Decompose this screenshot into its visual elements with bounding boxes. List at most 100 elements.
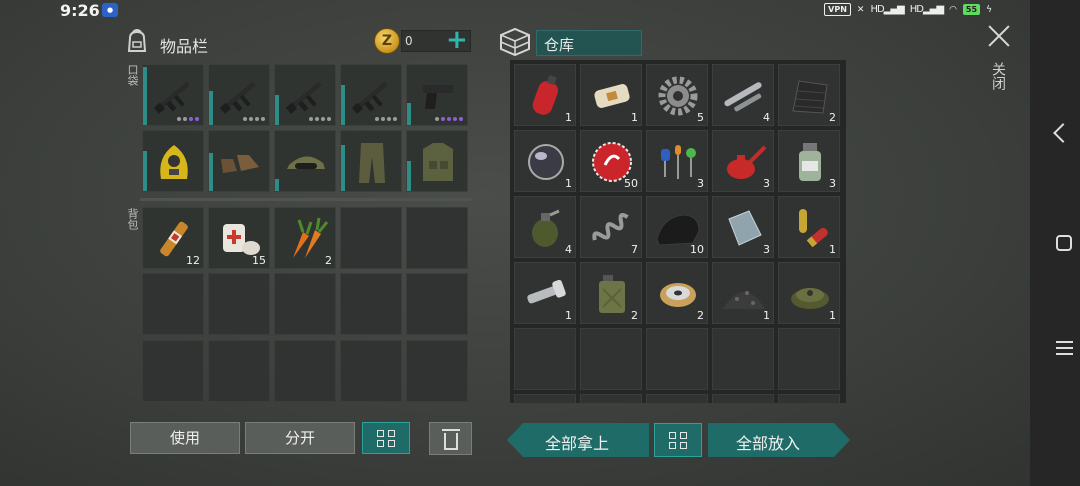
empty-slot[interactable] (406, 207, 468, 269)
coin-icon: Z (374, 28, 400, 54)
equipped-slot[interactable] (208, 64, 270, 126)
empty-slot[interactable] (142, 340, 204, 402)
storage-slot[interactable]: 1 (778, 196, 840, 258)
soap-bar-icon (594, 84, 630, 108)
storage-grid[interactable]: 1 1 5 4 2 1 50 3 3 3 4 7 10 3 1 1 2 2 1 … (510, 60, 846, 403)
empty-slot[interactable] (778, 328, 840, 390)
carbon-sheet-icon (792, 80, 828, 114)
empty-slot[interactable] (208, 340, 270, 402)
storage-slot[interactable]: 4 (712, 64, 774, 126)
storage-slot[interactable]: 2 (580, 262, 642, 324)
hazmat-hood-icon (160, 145, 188, 179)
item-count: 1 (565, 309, 572, 322)
backpack-slot[interactable]: 2 (274, 207, 336, 269)
chemical-jar-icon (799, 143, 821, 181)
storage-slot[interactable]: 1 (514, 262, 576, 324)
vpn-icon: VPN (824, 3, 851, 16)
empty-slot[interactable] (142, 273, 204, 335)
empty-slot[interactable] (274, 340, 336, 402)
item-count: 1 (763, 309, 770, 322)
empty-slot[interactable] (514, 328, 576, 390)
metal-plate-icon (728, 210, 762, 246)
empty-slot[interactable] (712, 328, 774, 390)
use-button[interactable]: 使用 (130, 422, 240, 454)
split-button[interactable]: 分开 (245, 422, 355, 454)
empty-slot[interactable] (712, 394, 774, 403)
item-count: 2 (325, 254, 332, 267)
item-count: 10 (690, 243, 704, 256)
storage-slot[interactable]: 2 (646, 262, 708, 324)
empty-slot[interactable] (274, 273, 336, 335)
menu-icon[interactable] (1056, 341, 1073, 355)
home-icon[interactable] (1056, 235, 1072, 251)
item-count: 12 (186, 254, 200, 267)
storage-slot[interactable]: 3 (778, 130, 840, 192)
item-count: 3 (763, 177, 770, 190)
empty-slot[interactable] (406, 273, 468, 335)
lens-icon (528, 144, 564, 180)
empty-slot[interactable] (340, 273, 402, 335)
item-count: 3 (697, 177, 704, 190)
item-count: 2 (631, 309, 638, 322)
pistol-icon (423, 85, 453, 109)
equipped-slot[interactable] (208, 130, 270, 192)
storage-slot[interactable]: 1 (712, 262, 774, 324)
gas-cylinder-icon (532, 74, 558, 115)
item-count: 2 (697, 309, 704, 322)
take-all-label[interactable]: 全部拿上 (545, 430, 609, 454)
empty-slot[interactable] (646, 394, 708, 403)
sort-inventory-button[interactable] (362, 422, 410, 454)
storage-slot[interactable]: 2 (778, 64, 840, 126)
empty-slot[interactable] (514, 394, 576, 403)
item-count: 4 (763, 111, 770, 124)
storage-slot[interactable]: 1 (514, 130, 576, 192)
storage-slot[interactable]: 1 (514, 64, 576, 126)
empty-slot[interactable] (778, 394, 840, 403)
equipped-slot[interactable] (340, 64, 402, 126)
storage-slot[interactable]: 3 (712, 130, 774, 192)
inventory-title: 物品栏 (160, 37, 209, 56)
storage-slot[interactable]: 50 (580, 130, 642, 192)
clock: 9:26 (60, 1, 100, 20)
empty-slot[interactable] (580, 328, 642, 390)
gravel-pile-icon (723, 291, 765, 309)
storage-slot[interactable]: 3 (712, 196, 774, 258)
item-count: 1 (565, 177, 572, 190)
landmine-icon (791, 288, 829, 309)
status-bar: 9:26 ● VPN ✕ HD▂▄▆ HD▂▄▆ ◠ 55 ϟ (0, 0, 1080, 22)
storage-slot[interactable]: 4 (514, 196, 576, 258)
empty-slot[interactable] (340, 340, 402, 402)
empty-slot[interactable] (208, 273, 270, 335)
storage-slot[interactable]: 10 (646, 196, 708, 258)
tactical-vest-icon (423, 143, 453, 181)
equipped-slot[interactable] (340, 130, 402, 192)
storage-slot[interactable]: 5 (646, 64, 708, 126)
storage-slot[interactable]: 3 (646, 130, 708, 192)
item-count: 3 (763, 243, 770, 256)
equipped-slot[interactable] (274, 130, 336, 192)
item-count: 4 (565, 243, 572, 256)
backpack-slot[interactable]: 12 (142, 207, 204, 269)
empty-slot[interactable] (646, 328, 708, 390)
empty-slot[interactable] (340, 207, 402, 269)
empty-slot[interactable] (580, 394, 642, 403)
equipped-slot[interactable] (274, 64, 336, 126)
sort-storage-button[interactable] (654, 423, 702, 457)
discard-button[interactable] (429, 422, 472, 455)
ammo-shell-icon (799, 209, 828, 248)
empty-slot[interactable] (406, 340, 468, 402)
equipped-slot[interactable] (406, 64, 468, 126)
close-icon[interactable] (987, 24, 1011, 48)
equipped-slot[interactable] (142, 130, 204, 192)
storage-slot[interactable]: 1 (778, 262, 840, 324)
equipped-slot[interactable] (406, 130, 468, 192)
put-all-label[interactable]: 全部放入 (736, 430, 800, 454)
backpack-slot[interactable]: 15 (208, 207, 270, 269)
storage-slot[interactable]: 1 (580, 64, 642, 126)
spring-icon (592, 213, 629, 241)
item-count: 5 (697, 111, 704, 124)
equipped-slot[interactable] (142, 64, 204, 126)
storage-slot[interactable]: 7 (580, 196, 642, 258)
add-coins-button[interactable]: + (446, 27, 468, 53)
close-label[interactable]: 关闭 (990, 62, 1008, 90)
